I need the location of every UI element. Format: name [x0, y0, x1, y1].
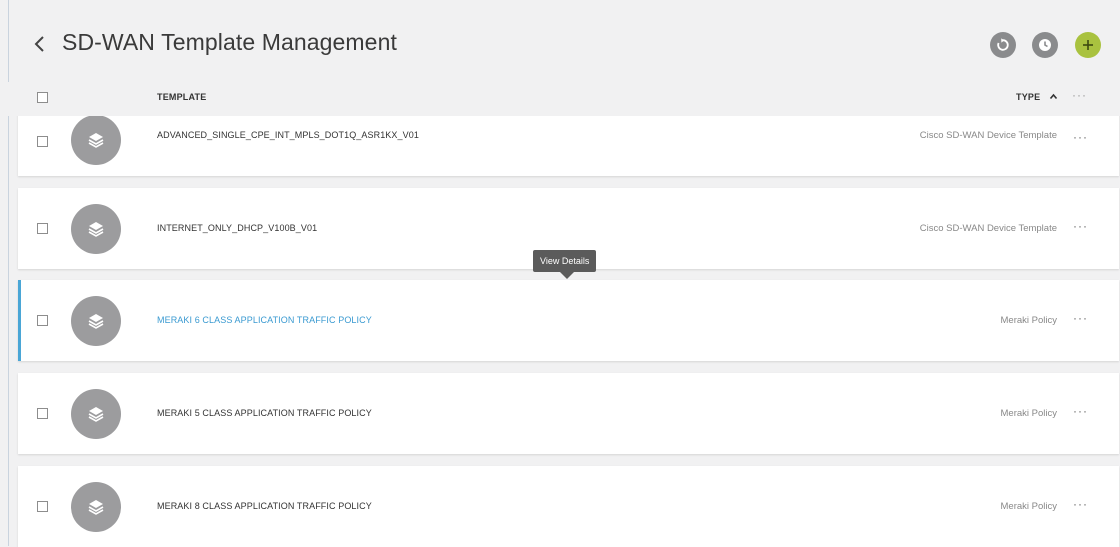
select-all-checkbox[interactable] [37, 92, 48, 103]
template-avatar [71, 296, 121, 346]
clock-icon [1039, 39, 1051, 51]
template-avatar [71, 115, 121, 165]
table-header-overlay: TEMPLATE TYPE ··· [18, 82, 1120, 112]
plus-icon [1083, 40, 1093, 50]
template-name[interactable]: INTERNET_ONLY_DHCP_V100B_V01 [157, 223, 317, 233]
table-row[interactable]: MERAKI 8 CLASS APPLICATION TRAFFIC POLIC… [18, 466, 1119, 547]
template-avatar [71, 482, 121, 532]
refresh-icon [997, 38, 1009, 51]
table-row[interactable]: MERAKI 5 CLASS APPLICATION TRAFFIC POLIC… [18, 373, 1119, 454]
table-row-active[interactable]: MERAKI 6 CLASS APPLICATION TRAFFIC POLIC… [18, 280, 1119, 361]
template-name[interactable]: MERAKI 5 CLASS APPLICATION TRAFFIC POLIC… [157, 408, 372, 418]
layers-icon [88, 133, 104, 148]
history-button[interactable] [1032, 32, 1058, 58]
template-type: Cisco SD-WAN Device Template [919, 223, 1057, 234]
row-options-icon[interactable]: ··· [1073, 219, 1088, 233]
template-avatar [71, 389, 121, 439]
template-avatar [71, 204, 121, 254]
template-type: Meraki Policy [1000, 315, 1058, 326]
row-checkbox[interactable] [37, 408, 48, 419]
add-template-button[interactable] [1075, 32, 1101, 58]
page-title: SD-WAN Template Management [62, 29, 397, 55]
row-checkbox[interactable] [37, 501, 48, 512]
template-type: Cisco SD-WAN Device Template [919, 130, 1057, 141]
layers-icon [88, 500, 104, 515]
column-header-type[interactable]: TYPE [1016, 92, 1058, 102]
template-name-link[interactable]: MERAKI 6 CLASS APPLICATION TRAFFIC POLIC… [157, 315, 372, 325]
template-name[interactable]: MERAKI 8 CLASS APPLICATION TRAFFIC POLIC… [157, 501, 372, 511]
template-type: Meraki Policy [1000, 408, 1058, 419]
tooltip-arrow [560, 272, 574, 279]
row-options-icon[interactable]: ··· [1073, 311, 1088, 325]
refresh-button[interactable] [990, 32, 1016, 58]
row-checkbox[interactable] [37, 315, 48, 326]
row-checkbox[interactable] [37, 136, 48, 147]
template-type: Meraki Policy [1000, 501, 1058, 512]
row-options-icon[interactable]: ··· [1073, 497, 1088, 511]
layers-icon [88, 407, 104, 422]
column-options-icon[interactable]: ··· [1072, 88, 1087, 102]
template-name[interactable]: ADVANCED_SINGLE_CPE_INT_MPLS_DOT1Q_ASR1K… [157, 130, 419, 140]
row-options-icon[interactable]: ··· [1073, 404, 1088, 418]
back-chevron-icon[interactable] [30, 32, 50, 56]
sort-ascending-icon [1049, 93, 1058, 100]
column-header-template[interactable]: TEMPLATE [157, 92, 206, 102]
view-details-tooltip: View Details [533, 250, 597, 272]
layers-icon [88, 222, 104, 237]
row-options-icon[interactable]: ··· [1073, 130, 1088, 144]
row-checkbox[interactable] [37, 223, 48, 234]
column-header-type-label: TYPE [1016, 92, 1041, 102]
layers-icon [88, 314, 104, 329]
